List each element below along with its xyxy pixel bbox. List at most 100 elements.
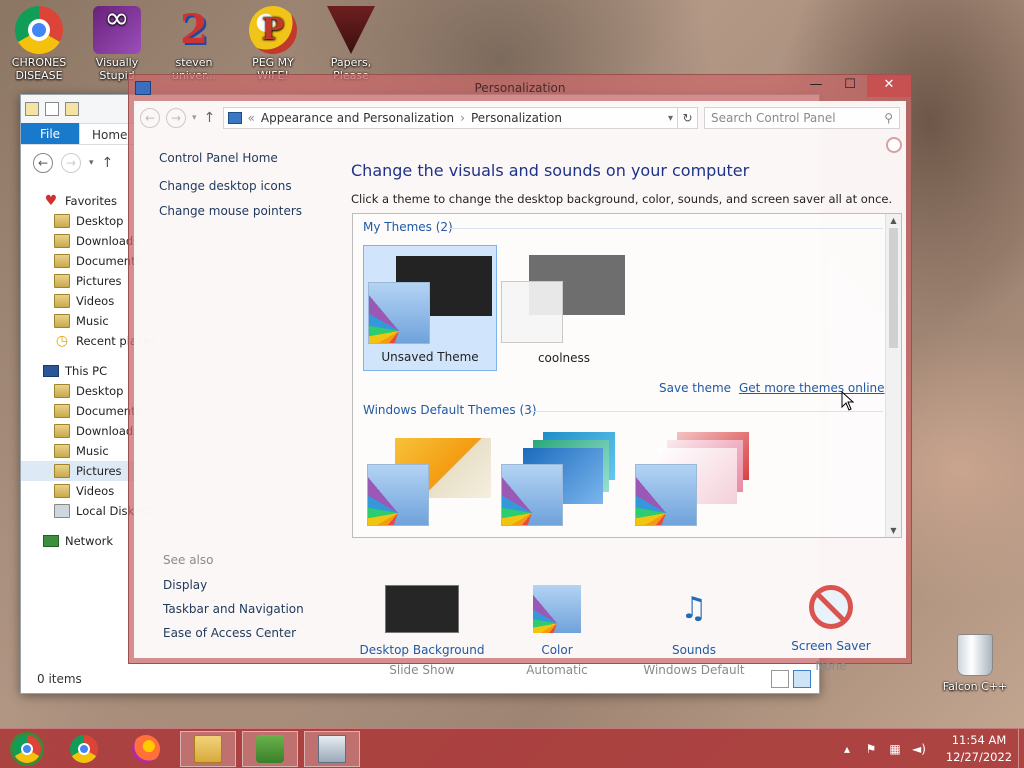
- tree-label: Music: [76, 314, 109, 328]
- back-arrow-icon[interactable]: ←: [140, 108, 160, 128]
- option-value: None: [815, 659, 847, 673]
- control-panel-icon: [227, 112, 242, 124]
- theme-list[interactable]: My Themes (2) Unsaved Theme coolness Sav…: [352, 213, 902, 538]
- taskbar: ▴ ⚑ ▦ ◄) 11:54 AM 12/27/2022: [0, 728, 1024, 768]
- show-hidden-icons-icon[interactable]: ▴: [838, 742, 856, 756]
- option-label: Screen Saver: [791, 639, 871, 653]
- theme-flowers[interactable]: [631, 428, 765, 537]
- address-dropdown-icon[interactable]: ▾: [668, 113, 673, 124]
- folder-icon: [54, 254, 70, 268]
- desktop-icon-visually-stupid[interactable]: Visually Stupid: [82, 6, 152, 82]
- file-explorer-icon: [194, 735, 222, 763]
- maximize-button[interactable]: ☐: [833, 75, 867, 97]
- option-value: Slide Show: [389, 663, 455, 677]
- recycle-bin-icon: [957, 634, 993, 676]
- computer-icon: [43, 365, 59, 377]
- control-panel-home-link[interactable]: Control Panel Home: [159, 151, 349, 165]
- favorites-icon: ♥: [44, 193, 58, 209]
- address-bar[interactable]: « Appearance and Personalization › Perso…: [222, 107, 678, 129]
- taskbar-control-panel[interactable]: [304, 731, 360, 767]
- change-mouse-pointers-link[interactable]: Change mouse pointers: [159, 204, 349, 218]
- desktop-icon-steven-universe[interactable]: 2 steven univer...: [159, 6, 229, 82]
- recent-pages-chevron-icon[interactable]: ▾: [192, 113, 197, 123]
- papers-please-icon: [327, 6, 375, 54]
- minimize-button[interactable]: —: [799, 75, 833, 97]
- back-arrow-icon[interactable]: ←: [33, 153, 53, 173]
- ease-of-access-link[interactable]: Ease of Access Center: [163, 626, 343, 640]
- tree-label: Videos: [76, 294, 115, 308]
- theme-windows[interactable]: [363, 428, 497, 537]
- theme-coolness[interactable]: coolness: [497, 245, 631, 371]
- group-divider: [531, 411, 883, 412]
- desktop-icon-papers-please[interactable]: Papers, Please: [316, 6, 386, 82]
- screen-saver-icon: [809, 585, 853, 629]
- sounds-option[interactable]: ♫ Sounds Windows Default: [626, 585, 762, 677]
- theme-unsaved[interactable]: Unsaved Theme: [363, 245, 497, 371]
- folder-icon: [54, 484, 70, 498]
- tree-label: Music: [76, 444, 109, 458]
- peggle-icon: P: [249, 6, 297, 54]
- scroll-down-icon[interactable]: ▼: [886, 526, 901, 535]
- personalization-content: ← → ▾ ↑ « Appearance and Personalization…: [134, 101, 906, 677]
- folder-icon: [54, 384, 70, 398]
- sounds-icon: ♫: [680, 591, 708, 626]
- address-row: ← → ▾ ↑ « Appearance and Personalization…: [134, 101, 906, 135]
- taskbar-chrome[interactable]: [56, 731, 112, 767]
- volume-icon[interactable]: ◄): [910, 742, 928, 756]
- search-placeholder: Search Control Panel: [711, 111, 836, 125]
- breadcrumb-appearance[interactable]: Appearance and Personalization: [261, 111, 454, 125]
- up-arrow-icon[interactable]: ↑: [102, 155, 114, 171]
- folder-icon: [54, 424, 70, 438]
- search-input[interactable]: Search Control Panel ⚲: [704, 107, 900, 129]
- theme-earth[interactable]: [497, 428, 631, 537]
- forward-arrow-icon[interactable]: →: [166, 108, 186, 128]
- folder-icon: [54, 464, 70, 478]
- new-folder-icon[interactable]: [65, 102, 79, 116]
- help-icon[interactable]: [886, 137, 902, 153]
- network-icon[interactable]: ▦: [886, 742, 904, 756]
- recent-locations-chevron-icon[interactable]: ▾: [89, 158, 94, 168]
- theme-list-scrollbar[interactable]: ▲ ▼: [885, 214, 901, 537]
- change-desktop-icons-link[interactable]: Change desktop icons: [159, 179, 349, 193]
- windows-default-themes-header: Windows Default Themes (3): [363, 403, 537, 417]
- chrome-icon: [15, 6, 63, 54]
- properties-icon[interactable]: [45, 102, 59, 116]
- desktop-background-option[interactable]: Desktop Background Slide Show: [354, 585, 490, 677]
- scrollbar-thumb[interactable]: [889, 228, 898, 348]
- desktop-icon-recycle-bin[interactable]: Falcon C++: [940, 634, 1010, 693]
- close-button[interactable]: ✕: [867, 75, 911, 97]
- start-button[interactable]: [0, 731, 54, 767]
- window-titlebar[interactable]: Personalization — ☐ ✕: [129, 75, 911, 101]
- screen-saver-option[interactable]: Screen Saver None: [763, 585, 899, 673]
- taskbar-people[interactable]: [242, 731, 298, 767]
- page-heading: Change the visuals and sounds on your co…: [351, 161, 750, 180]
- get-more-themes-online-link[interactable]: Get more themes online: [739, 381, 885, 395]
- breadcrumb-overflow[interactable]: «: [248, 111, 255, 125]
- recent-places-icon: ◷: [55, 333, 69, 349]
- visual-studio-icon: [93, 6, 141, 54]
- show-desktop-button[interactable]: [1018, 729, 1024, 768]
- forward-arrow-icon[interactable]: →: [61, 153, 81, 173]
- action-center-flag-icon[interactable]: ⚑: [862, 742, 880, 756]
- breadcrumb-personalization[interactable]: Personalization: [471, 111, 562, 125]
- personalization-window[interactable]: Personalization — ☐ ✕ ← → ▾ ↑ « Appearan…: [128, 74, 912, 677]
- color-palette-icon: [367, 464, 429, 526]
- up-arrow-icon[interactable]: ↑: [203, 110, 217, 126]
- taskbar-file-explorer[interactable]: [180, 731, 236, 767]
- color-option[interactable]: Color Automatic: [489, 585, 625, 677]
- color-palette-icon: [368, 282, 430, 344]
- folder-icon: [54, 404, 70, 418]
- clock[interactable]: 11:54 AM 12/27/2022: [940, 732, 1018, 766]
- taskbar-firefox[interactable]: [118, 731, 174, 767]
- refresh-icon[interactable]: ↻: [678, 107, 698, 129]
- desktop-icon-chrones-disease[interactable]: CHRONES DISEASE: [4, 6, 74, 82]
- tree-label: Desktop: [76, 384, 124, 398]
- display-link[interactable]: Display: [163, 578, 343, 592]
- desktop-icon-peg-my-wife[interactable]: P PEG MY WIFE!: [238, 6, 308, 82]
- tab-file[interactable]: File: [21, 123, 79, 144]
- network-icon: [43, 535, 59, 547]
- scroll-up-icon[interactable]: ▲: [886, 216, 901, 225]
- clock-date: 12/27/2022: [945, 750, 1013, 764]
- taskbar-navigation-link[interactable]: Taskbar and Navigation: [163, 602, 343, 616]
- save-theme-link[interactable]: Save theme: [659, 381, 731, 395]
